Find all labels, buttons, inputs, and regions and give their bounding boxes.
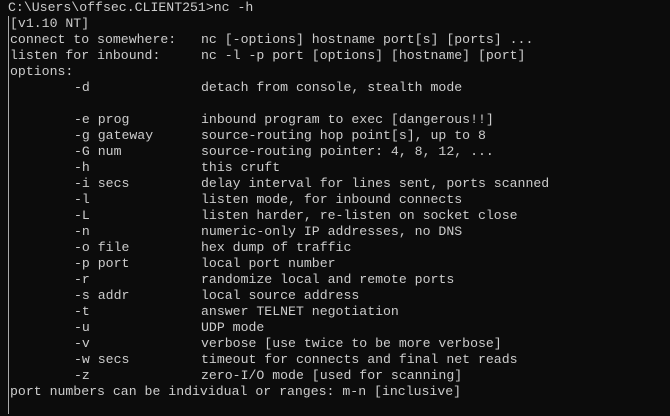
option-flag: -t	[74, 304, 90, 319]
option-flag: -L	[74, 208, 90, 223]
option-line: -d detach from console, stealth mode	[10, 80, 660, 96]
usage-label: listen for inbound:	[10, 48, 161, 63]
option-description: listen mode, for inbound connects	[201, 192, 463, 207]
option-description: zero-I/O mode [used for scanning]	[201, 368, 463, 383]
option-flag: -s addr	[74, 288, 130, 303]
options-header: options:	[10, 64, 74, 79]
option-line: -t answer TELNET negotiation	[10, 304, 660, 320]
option-line: -G num source-routing pointer: 4, 8, 12, …	[10, 144, 660, 160]
option-line: -r randomize local and remote ports	[10, 272, 660, 288]
option-description: this cruft	[201, 160, 281, 175]
option-flag: -z	[74, 368, 90, 383]
command-prompt-line: C:\Users\offsec.CLIENT251>nc -h	[8, 0, 254, 15]
option-flag: -u	[74, 320, 90, 335]
option-line: -w secs timeout for connects and final ne…	[10, 352, 660, 368]
option-description: detach from console, stealth mode	[201, 80, 463, 95]
option-line: -s addr local source address	[10, 288, 660, 304]
option-description: inbound program to exec [dangerous!!]	[201, 112, 494, 127]
option-flag: -h	[74, 160, 90, 175]
usage-label: connect to somewhere:	[10, 32, 177, 47]
option-description: answer TELNET negotiation	[201, 304, 399, 319]
option-description: listen harder, re-listen on socket close	[201, 208, 518, 223]
option-flag: -i secs	[74, 176, 130, 191]
option-description: verbose [use twice to be more verbose]	[201, 336, 502, 351]
usage-syntax: nc -l -p port [options] [hostname] [port…	[201, 48, 526, 63]
usage-connect-line: connect to somewhere: nc [-options] host…	[10, 32, 660, 48]
option-flag: -l	[74, 192, 90, 207]
option-description: numeric-only IP addresses, no DNS	[201, 224, 463, 239]
option-description: local source address	[201, 288, 360, 303]
option-line: -h this cruft	[10, 160, 660, 176]
option-flag: -d	[74, 80, 90, 95]
option-flag: -G num	[74, 144, 122, 159]
option-description: delay interval for lines sent, ports sca…	[201, 176, 550, 191]
option-line: -l listen mode, for inbound connects	[10, 192, 660, 208]
option-flag: -w secs	[74, 352, 130, 367]
option-description: UDP mode	[201, 320, 265, 335]
option-flag: -v	[74, 336, 90, 351]
option-line: -i secs delay interval for lines sent, po…	[10, 176, 660, 192]
option-description: source-routing pointer: 4, 8, 12, ...	[201, 144, 494, 159]
option-flag: -r	[74, 272, 90, 287]
usage-syntax: nc [-options] hostname port[s] [ports] .…	[201, 32, 534, 47]
option-description: local port number	[201, 256, 336, 271]
option-line: -z zero-I/O mode [used for scanning]	[10, 368, 660, 384]
usage-listen-line: listen for inbound: nc -l -p port [optio…	[10, 48, 660, 64]
option-line: -L listen harder, re-listen on socket clo…	[10, 208, 660, 224]
option-line: -g gateway source-routing hop point[s], u…	[10, 128, 660, 144]
option-flag: -p port	[74, 256, 130, 271]
option-flag: -o file	[74, 240, 130, 255]
option-description: source-routing hop point[s], up to 8	[201, 128, 486, 143]
terminal-window[interactable]: C:\Users\offsec.CLIENT251>nc -h [v1.10 N…	[0, 0, 670, 416]
option-flag: -g gateway	[74, 128, 154, 143]
option-description: hex dump of traffic	[201, 240, 352, 255]
option-flag: -n	[74, 224, 90, 239]
option-flag: -e prog	[74, 112, 130, 127]
footer-line: port numbers can be individual or ranges…	[10, 384, 462, 399]
option-description: randomize local and remote ports	[201, 272, 455, 287]
option-line: -n numeric-only IP addresses, no DNS	[10, 224, 660, 240]
option-description: timeout for connects and final net reads	[201, 352, 518, 367]
option-line: -o file hex dump of traffic	[10, 240, 660, 256]
text-cursor	[8, 16, 9, 414]
option-line: -u UDP mode	[10, 320, 660, 336]
option-line: -v verbose [use twice to be more verbose]	[10, 336, 660, 352]
option-line: -p port local port number	[10, 256, 660, 272]
version-line: [v1.10 NT]	[10, 16, 90, 31]
option-line: -e prog inbound program to exec [dangerou…	[10, 112, 660, 128]
